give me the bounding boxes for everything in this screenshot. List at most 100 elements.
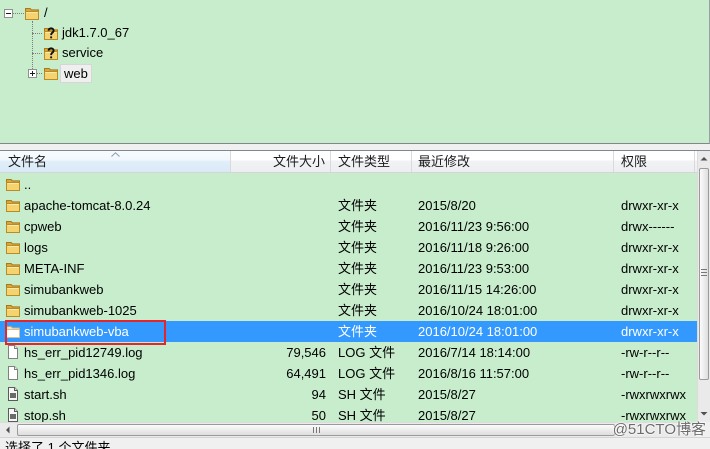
- file-size-cell: 64,491: [286, 366, 326, 381]
- tree-item-service[interactable]: service: [62, 44, 103, 62]
- file-size-cell: 50: [311, 408, 326, 422]
- file-name-cell: simubankweb-1025: [24, 303, 137, 318]
- column-header-name[interactable]: 文件名: [0, 151, 231, 172]
- permissions-cell: -rwxrwxrwx: [621, 387, 686, 402]
- file-name-cell: hs_err_pid12749.log: [24, 345, 143, 360]
- scroll-down-button[interactable]: [698, 406, 710, 421]
- remote-directory-tree[interactable]: / jdk1.7.0_67 service web: [0, 0, 710, 144]
- folder-icon: [43, 65, 59, 81]
- file-type-cell: LOG 文件: [338, 366, 396, 381]
- tree-connector-line: [32, 53, 42, 54]
- status-text: 选择了 1 个文件夹: [5, 440, 111, 449]
- unknown-folder-icon: [43, 25, 59, 41]
- folder-icon: [5, 281, 21, 297]
- log-file-icon: [5, 365, 21, 381]
- folder-icon: [5, 323, 21, 339]
- modified-date-cell: 2015/8/20: [418, 198, 476, 213]
- modified-date-cell: 2016/8/16 11:57:00: [418, 366, 530, 381]
- file-name-cell: ..: [24, 177, 32, 192]
- column-header-size[interactable]: 文件大小: [231, 151, 331, 172]
- folder-icon: [5, 302, 21, 318]
- file-row[interactable]: simubankweb-1025 文件夹 2016/10/24 18:01:00 dr…: [0, 300, 697, 321]
- permissions-cell: -rwxrwxrwx: [621, 408, 686, 422]
- file-row[interactable]: hs_err_pid1346.log 64,491 LOG 文件 2016/8/16 …: [0, 363, 697, 384]
- file-row[interactable]: cpweb 文件夹 2016/11/23 9:56:00 drwx------: [0, 216, 697, 237]
- vertical-scrollbar-thumb[interactable]: [699, 168, 709, 380]
- tree-connector-line: [32, 21, 33, 69]
- permissions-cell: drwxr-xr-x: [621, 261, 679, 276]
- tree-collapse-button[interactable]: [4, 9, 13, 18]
- permissions-cell: -rw-r--r--: [621, 345, 670, 360]
- file-type-cell: 文件夹: [338, 261, 378, 276]
- modified-date-cell: 2016/11/18 9:26:00: [418, 240, 530, 255]
- file-size-cell: 79,546: [286, 345, 326, 360]
- column-header-modified[interactable]: 最近修改: [412, 151, 614, 172]
- file-type-cell: SH 文件: [338, 387, 386, 402]
- shell-script-icon: [5, 386, 21, 402]
- file-name-cell: apache-tomcat-8.0.24: [24, 198, 151, 213]
- file-name-cell: simubankweb: [24, 282, 104, 297]
- folder-icon: [5, 239, 21, 255]
- horizontal-scrollbar-thumb[interactable]: [17, 424, 615, 436]
- file-row[interactable]: simubankweb-vba 文件夹 2016/10/24 18:01:00 drw…: [0, 321, 697, 342]
- scrollbar-grip: [701, 269, 707, 276]
- file-row[interactable]: apache-tomcat-8.0.24 文件夹 2015/8/20 drwxr-xr…: [0, 195, 697, 216]
- column-header-label: 权限: [621, 154, 648, 169]
- file-type-cell: 文件夹: [338, 240, 378, 255]
- parent-directory-row[interactable]: ..: [0, 174, 697, 195]
- shell-script-icon: [5, 407, 21, 422]
- column-header-label: 最近修改: [418, 154, 471, 169]
- tree-connector-line: [32, 33, 42, 34]
- horizontal-scrollbar[interactable]: [0, 422, 697, 437]
- file-type-cell: LOG 文件: [338, 345, 396, 360]
- folder-icon: [5, 176, 21, 192]
- modified-date-cell: 2016/7/14 18:14:00: [418, 345, 531, 360]
- file-row[interactable]: hs_err_pid12749.log 79,546 LOG 文件 2016/7/14…: [0, 342, 697, 363]
- folder-icon: [5, 218, 21, 234]
- status-bar: 选择了 1 个文件夹: [0, 437, 710, 449]
- file-name-cell: logs: [24, 240, 48, 255]
- file-type-cell: 文件夹: [338, 303, 378, 318]
- permissions-cell: drwxr-xr-x: [621, 324, 679, 339]
- file-type-cell: 文件夹: [338, 282, 378, 297]
- column-header-type[interactable]: 文件类型: [331, 151, 412, 172]
- tree-item-web[interactable]: web: [60, 64, 92, 83]
- file-list-rows[interactable]: .. apache-tomcat-8.0.24 文件夹 2015/8/20 drwxr-…: [0, 174, 697, 422]
- file-name-cell: stop.sh: [24, 408, 66, 422]
- folder-icon: [24, 5, 40, 21]
- permissions-cell: drwx------: [621, 219, 675, 234]
- file-row[interactable]: META-INF 文件夹 2016/11/23 9:53:00 drwxr-xr-x: [0, 258, 697, 279]
- file-row[interactable]: logs 文件夹 2016/11/18 9:26:00 drwxr-xr-x: [0, 237, 697, 258]
- folder-icon: [5, 197, 21, 213]
- modified-date-cell: 2016/11/23 9:53:00: [418, 261, 530, 276]
- file-name-cell: META-INF: [24, 261, 85, 276]
- permissions-cell: drwxr-xr-x: [621, 198, 679, 213]
- file-row[interactable]: simubankweb 文件夹 2016/11/15 14:26:00 drwxr-x…: [0, 279, 697, 300]
- tree-connector-line: [37, 73, 42, 74]
- tree-item-root[interactable]: /: [44, 4, 48, 22]
- modified-date-cell: 2016/10/24 18:01:00: [418, 303, 538, 318]
- modified-date-cell: 2016/11/23 9:56:00: [418, 219, 530, 234]
- tree-expand-button[interactable]: [28, 69, 37, 78]
- column-header-label: 文件大小: [272, 154, 325, 169]
- modified-date-cell: 2016/11/15 14:26:00: [418, 282, 537, 297]
- permissions-cell: -rw-r--r--: [621, 366, 670, 381]
- vertical-scrollbar[interactable]: [697, 151, 710, 422]
- column-header-permissions[interactable]: 权限: [614, 151, 695, 172]
- file-name-cell: hs_err_pid1346.log: [24, 366, 136, 381]
- modified-date-cell: 2015/8/27: [418, 408, 476, 422]
- sort-ascending-icon: [111, 152, 120, 157]
- log-file-icon: [5, 344, 21, 360]
- file-row[interactable]: start.sh 94 SH 文件 2015/8/27 -rwxrwxrwx: [0, 384, 697, 405]
- file-name-cell: cpweb: [24, 219, 62, 234]
- tree-connector-line: [13, 13, 24, 14]
- scroll-up-button[interactable]: [698, 151, 710, 166]
- watermark: @51CTO博客: [612, 421, 706, 438]
- permissions-cell: drwxr-xr-x: [621, 282, 679, 297]
- file-type-cell: 文件夹: [338, 219, 378, 234]
- folder-icon: [5, 260, 21, 276]
- tree-item-jdk[interactable]: jdk1.7.0_67: [62, 24, 129, 42]
- file-row[interactable]: stop.sh 50 SH 文件 2015/8/27 -rwxrwxrwx: [0, 405, 697, 422]
- scroll-left-button[interactable]: [0, 423, 16, 437]
- column-header-label: 文件类型: [338, 154, 391, 169]
